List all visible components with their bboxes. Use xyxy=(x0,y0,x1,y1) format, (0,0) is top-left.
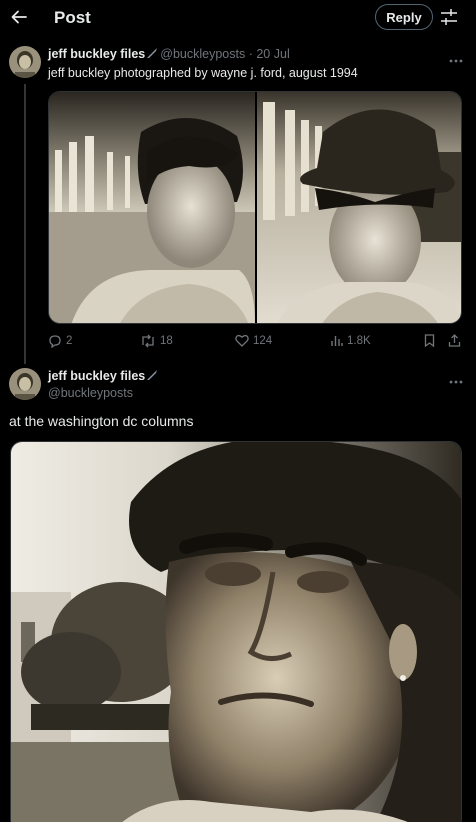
bar-chart-icon xyxy=(331,336,343,346)
tweet-text: at the washington dc columns xyxy=(9,413,194,429)
photo-1[interactable] xyxy=(49,92,255,323)
photo-2[interactable] xyxy=(257,92,461,323)
sliders-icon xyxy=(441,9,457,25)
ellipsis-icon xyxy=(449,380,463,384)
photo-3[interactable] xyxy=(10,441,462,822)
tweet-actions-bar: 2 18 124 1.8K xyxy=(48,334,462,350)
display-name[interactable]: jeff buckley files xyxy=(48,47,145,61)
media-grid xyxy=(48,91,462,324)
page-title: Post xyxy=(54,8,91,27)
quill-pen-icon xyxy=(147,370,158,380)
quill-pen-icon xyxy=(147,48,158,58)
display-name[interactable]: jeff buckley files xyxy=(48,369,145,383)
like-action[interactable]: 124 xyxy=(235,334,272,347)
photo-2-image xyxy=(257,92,461,323)
photo-3-image xyxy=(11,442,461,822)
like-count: 124 xyxy=(253,334,273,347)
repost-action[interactable]: 18 xyxy=(140,334,173,348)
settings-button[interactable] xyxy=(440,7,458,27)
handle[interactable]: @buckleyposts xyxy=(160,47,245,61)
speech-bubble-icon xyxy=(49,335,61,348)
avatar[interactable] xyxy=(9,368,41,400)
post-date[interactable]: 20 Jul xyxy=(256,47,289,61)
view-count: 1.8K xyxy=(347,334,371,347)
tweet-header: jeff buckley files @buckleyposts · 20 Jul xyxy=(48,47,290,61)
repost-count: 18 xyxy=(160,335,173,347)
reply-button[interactable]: Reply xyxy=(375,4,433,30)
heart-icon xyxy=(235,334,249,347)
top-bar: Post Reply xyxy=(0,0,476,36)
back-button[interactable] xyxy=(8,6,30,28)
photo-1-image xyxy=(49,92,255,323)
tweet-text: jeff buckley photographed by wayne j. fo… xyxy=(48,66,358,80)
thread-connector-line xyxy=(24,84,26,364)
reply-count: 2 xyxy=(66,335,73,347)
views-action[interactable]: 1.8K xyxy=(330,334,371,347)
ellipsis-icon xyxy=(449,59,463,63)
more-options-button[interactable] xyxy=(447,373,465,384)
bookmark-icon xyxy=(424,334,435,347)
share-icon xyxy=(448,334,461,347)
more-options-button[interactable] xyxy=(447,52,465,63)
repost-icon xyxy=(142,334,154,348)
reply-action[interactable]: 2 xyxy=(48,334,72,348)
share-button[interactable] xyxy=(448,334,461,347)
arrow-left-icon xyxy=(11,10,27,24)
separator-dot: · xyxy=(248,47,253,61)
avatar[interactable] xyxy=(9,46,41,78)
tweet-header: jeff buckley files xyxy=(48,369,160,383)
bookmark-button[interactable] xyxy=(424,334,435,347)
handle[interactable]: @buckleyposts xyxy=(48,386,133,400)
